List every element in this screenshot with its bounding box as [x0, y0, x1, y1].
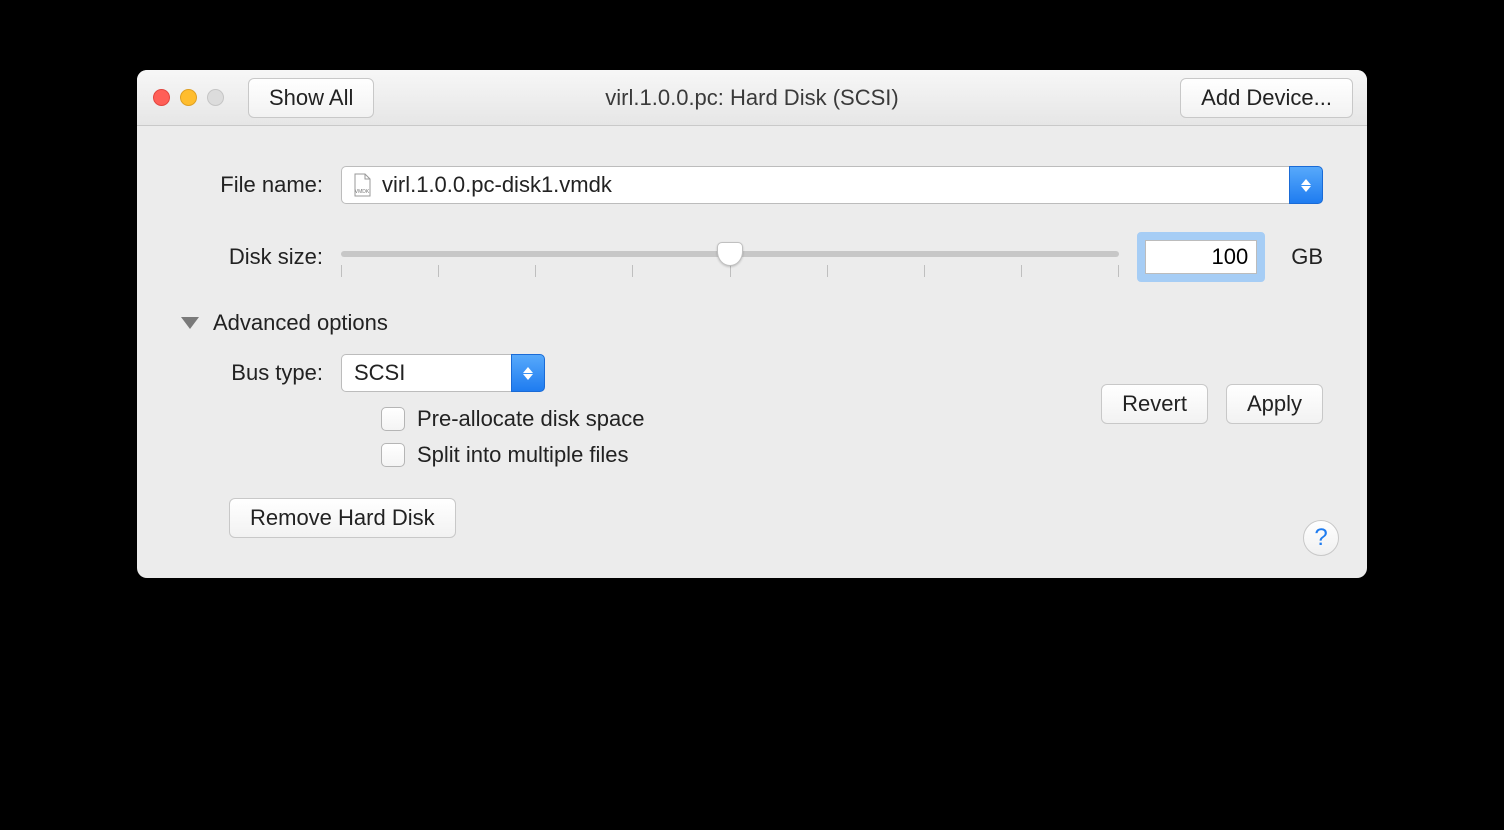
add-device-button[interactable]: Add Device...: [1180, 78, 1353, 118]
filename-combo[interactable]: VMDK virl.1.0.0.pc-disk1.vmdk: [341, 166, 1289, 204]
close-window-button[interactable]: [153, 89, 170, 106]
action-buttons: Revert Apply: [1101, 384, 1323, 424]
split-checkbox[interactable]: [381, 443, 405, 467]
window-controls: [153, 89, 224, 106]
split-label: Split into multiple files: [417, 442, 629, 468]
disksize-row: Disk size: GB: [181, 232, 1323, 282]
preallocate-checkbox[interactable]: [381, 407, 405, 431]
bustype-label: Bus type:: [221, 360, 341, 386]
bustype-value: SCSI: [354, 360, 405, 386]
filename-label: File name:: [181, 172, 341, 198]
disksize-input[interactable]: [1145, 240, 1257, 274]
show-all-button[interactable]: Show All: [248, 78, 374, 118]
svg-text:VMDK: VMDK: [355, 189, 370, 195]
disksize-slider[interactable]: [341, 237, 1119, 277]
slider-ticks: [341, 265, 1119, 277]
bustype-select[interactable]: SCSI: [341, 354, 545, 392]
apply-button[interactable]: Apply: [1226, 384, 1323, 424]
remove-hard-disk-button[interactable]: Remove Hard Disk: [229, 498, 456, 538]
filename-value: virl.1.0.0.pc-disk1.vmdk: [382, 172, 612, 198]
preallocate-label: Pre-allocate disk space: [417, 406, 644, 432]
disksize-input-focus-ring: [1137, 232, 1265, 282]
disksize-unit: GB: [1291, 244, 1323, 270]
minimize-window-button[interactable]: [180, 89, 197, 106]
advanced-label: Advanced options: [213, 310, 388, 336]
settings-window: Show All virl.1.0.0.pc: Hard Disk (SCSI)…: [137, 70, 1367, 578]
disksize-label: Disk size:: [181, 244, 341, 270]
revert-button[interactable]: Revert: [1101, 384, 1208, 424]
zoom-window-button: [207, 89, 224, 106]
advanced-disclosure[interactable]: Advanced options: [181, 310, 1323, 336]
filename-stepper-icon[interactable]: [1289, 166, 1323, 204]
help-button[interactable]: ?: [1303, 520, 1339, 556]
filename-row: File name: VMDK virl.1.0.0.pc-disk1.vmdk: [181, 166, 1323, 204]
vmdk-file-icon: VMDK: [352, 173, 372, 197]
slider-thumb[interactable]: [717, 242, 743, 266]
chevron-down-icon: [181, 317, 199, 329]
split-row: Split into multiple files: [381, 442, 1323, 468]
content-area: File name: VMDK virl.1.0.0.pc-disk1.vmdk…: [137, 126, 1367, 578]
titlebar: Show All virl.1.0.0.pc: Hard Disk (SCSI)…: [137, 70, 1367, 126]
bustype-stepper-icon: [511, 354, 545, 392]
